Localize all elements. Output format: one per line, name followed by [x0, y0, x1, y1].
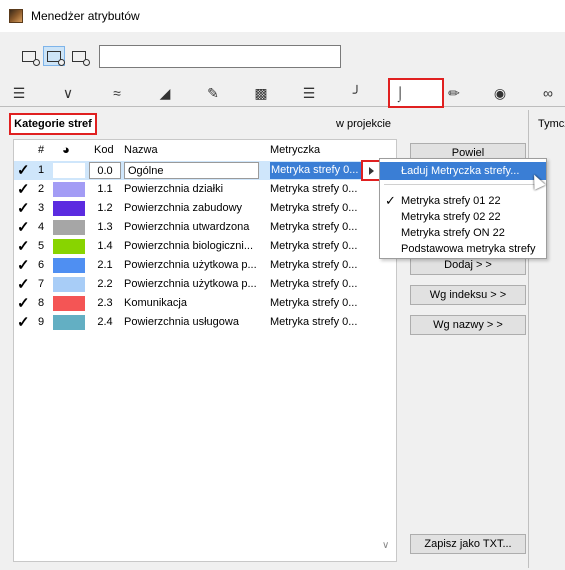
temporary-panel-label: Tymcz [538, 118, 565, 130]
by-index-button[interactable]: Wg indeksu > > [410, 285, 526, 305]
checkmark-icon[interactable]: ✓ [17, 237, 33, 255]
app-logo-icon [9, 9, 23, 23]
fill-icon[interactable]: ◢ [155, 84, 175, 102]
pen-icon[interactable]: ∨ [58, 84, 78, 102]
checkmark-icon: ✓ [385, 193, 396, 208]
table-row[interactable]: ✓ 7 2.2 Powierzchnia użytkowa p... Metry… [14, 275, 396, 294]
view-compare-icon[interactable] [43, 46, 65, 66]
pencil-icon[interactable]: ✏ [444, 84, 464, 102]
save-as-txt-button[interactable]: Zapisz jako TXT... [410, 534, 526, 554]
column-header-name[interactable]: Nazwa [124, 144, 158, 156]
attribute-type-tabs: ☰ ∨ ≈ ◢ ✎ ▩ ☰ ╯ ⌡ ✏ ◉ ∞ [0, 78, 565, 108]
checkmark-icon[interactable]: ✓ [17, 161, 33, 179]
profile-icon[interactable]: ☰ [299, 84, 319, 102]
view-list-icon[interactable] [18, 46, 40, 66]
color-swatch[interactable] [53, 258, 85, 273]
color-swatch[interactable] [53, 277, 85, 292]
table-row[interactable]: ✓ 3 1.2 Powierzchnia zabudowy Metryka st… [14, 199, 396, 218]
table-row[interactable]: ✓ 2 1.1 Powierzchnia działki Metryka str… [14, 180, 396, 199]
view-detail-icon[interactable] [68, 46, 90, 66]
column-header-num[interactable]: # [38, 144, 44, 156]
menu-separator [384, 184, 542, 185]
color-swatch[interactable] [53, 315, 85, 330]
composite-icon[interactable]: ▩ [251, 84, 271, 102]
panel-title: Kategorie stref [9, 113, 97, 135]
in-project-label: w projekcie [336, 118, 392, 130]
scroll-down-icon[interactable]: ∨ [382, 540, 389, 551]
checkmark-icon[interactable]: ✓ [17, 275, 33, 293]
zone-category-list: # ◕ Kod Nazwa Metryczka ✓ 1 0.0 Ogólne M… [13, 139, 397, 562]
by-name-button[interactable]: Wg nazwy > > [410, 315, 526, 335]
color-swatch[interactable] [53, 163, 85, 178]
column-header-code[interactable]: Kod [94, 144, 114, 156]
arrow-right-icon [368, 166, 374, 175]
checkmark-icon[interactable]: ✓ [17, 256, 33, 274]
metric-dropdown-button[interactable] [361, 160, 381, 181]
search-input[interactable] [99, 45, 341, 68]
list-header: # ◕ Kod Nazwa Metryczka [14, 140, 396, 160]
table-row[interactable]: ✓ 8 2.3 Komunikacja Metryka strefy 0... [14, 294, 396, 313]
table-row[interactable]: ✓ 1 0.0 Ogólne Metryka strefy 0... [14, 161, 396, 180]
table-row[interactable]: ✓ 4 1.3 Powierzchnia utwardzona Metryka … [14, 218, 396, 237]
title-bar: Menedżer atrybutów [0, 0, 565, 32]
line-type-icon[interactable]: ≈ [107, 84, 127, 102]
color-swatch[interactable] [53, 296, 85, 311]
checkmark-icon[interactable]: ✓ [17, 199, 33, 217]
load-metric-menu-item[interactable]: Ładuj Metryczka strefy... [380, 162, 546, 180]
metric-popup-menu: Ładuj Metryczka strefy... ✓ Metryka stre… [379, 158, 547, 259]
mep-icon[interactable]: ∞ [538, 84, 558, 102]
column-header-metric[interactable]: Metryczka [270, 144, 320, 156]
zone-category-icon[interactable]: ⌡ [388, 78, 444, 108]
table-row[interactable]: ✓ 6 2.1 Powierzchnia użytkowa p... Metry… [14, 256, 396, 275]
color-swatch[interactable] [53, 239, 85, 254]
color-swatch[interactable] [53, 201, 85, 216]
color-swatch[interactable] [53, 220, 85, 235]
table-row[interactable]: ✓ 5 1.4 Powierzchnia biologiczni... Metr… [14, 237, 396, 256]
window-title: Menedżer atrybutów [31, 9, 140, 23]
table-row[interactable]: ✓ 9 2.4 Powierzchnia usługowa Metryka st… [14, 313, 396, 332]
checkmark-icon[interactable]: ✓ [17, 180, 33, 198]
checkmark-icon[interactable]: ✓ [17, 313, 33, 331]
globe-icon[interactable]: ◉ [490, 84, 510, 102]
surface-icon[interactable]: ✎ [203, 84, 223, 102]
color-swatch[interactable] [53, 182, 85, 197]
checkmark-icon[interactable]: ✓ [17, 294, 33, 312]
layers-icon[interactable]: ☰ [9, 84, 29, 102]
color-wheel-icon[interactable]: ◕ [62, 142, 70, 157]
menu-item[interactable]: Podstawowa metryka strefy [380, 240, 546, 258]
column-icon[interactable]: ╯ [347, 84, 367, 102]
checkmark-icon[interactable]: ✓ [17, 218, 33, 236]
